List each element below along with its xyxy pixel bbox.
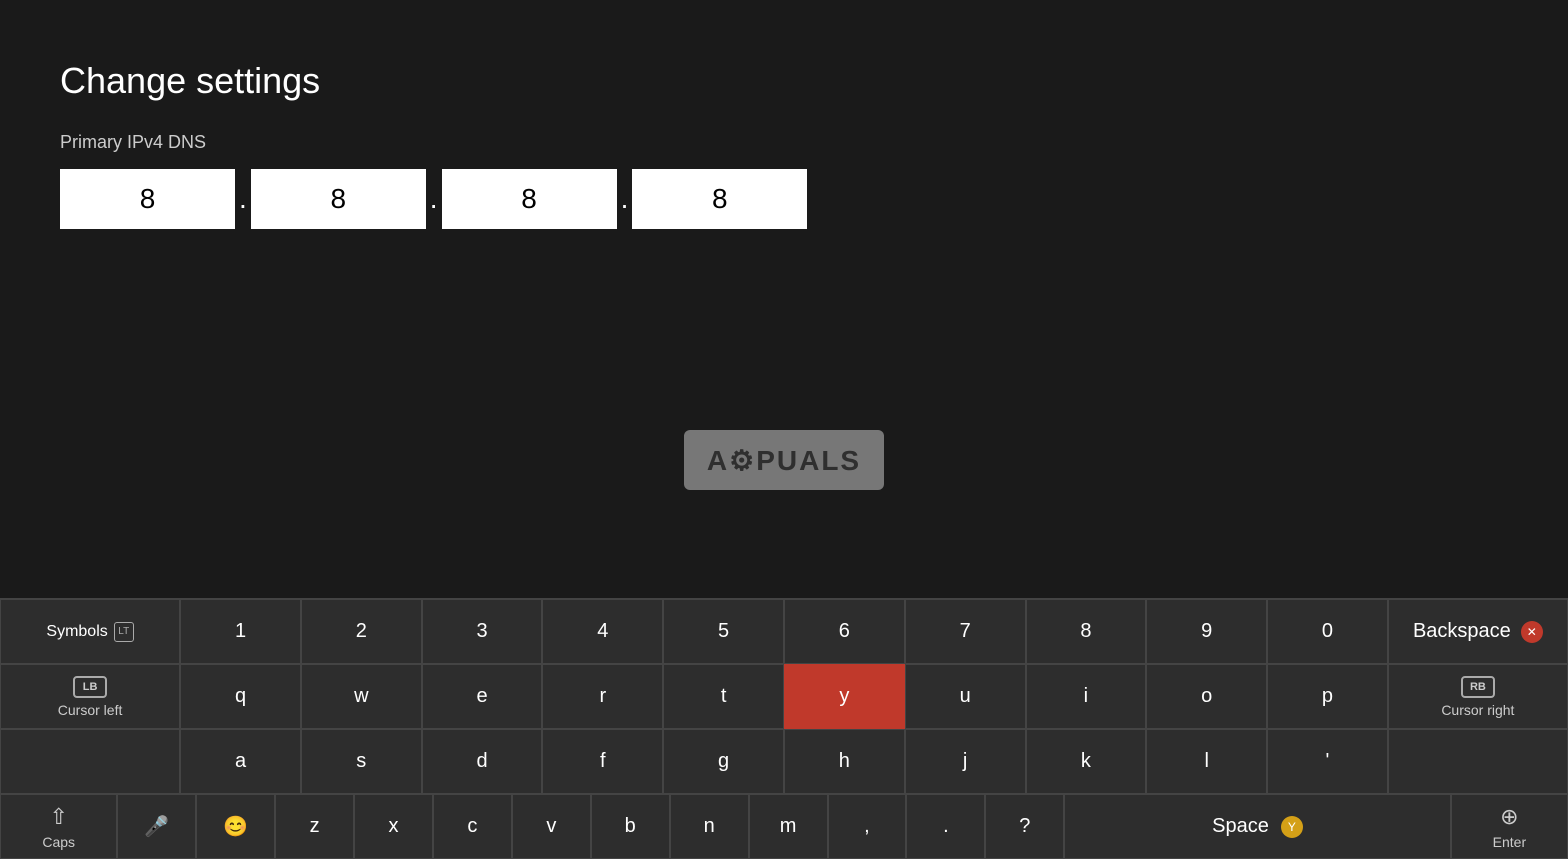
mic-key[interactable]: 🎤	[117, 794, 196, 859]
key-l[interactable]: l	[1146, 729, 1267, 794]
key-4[interactable]: 4	[542, 599, 663, 664]
key-k[interactable]: k	[1026, 729, 1147, 794]
backspace-badge: ✕	[1521, 621, 1543, 643]
key-h[interactable]: h	[784, 729, 905, 794]
key-7[interactable]: 7	[905, 599, 1026, 664]
dns-label: Primary IPv4 DNS	[60, 132, 1508, 153]
key-x[interactable]: x	[354, 794, 433, 859]
rb-icon: RB	[1461, 676, 1495, 698]
caps-icon: ⇧	[49, 804, 67, 830]
enter-label: Enter	[1493, 834, 1526, 850]
key-w[interactable]: w	[301, 664, 422, 729]
symbols-badge: LT	[114, 622, 134, 642]
key-q[interactable]: q	[180, 664, 301, 729]
space-label: Space	[1212, 815, 1269, 838]
dns-dot-1: .	[235, 183, 251, 215]
row3-right-placeholder	[1388, 729, 1568, 794]
virtual-keyboard: Symbols LT 1 2 3 4 5 6 7 8 9 0 Backspace…	[0, 598, 1568, 859]
dns-fields-container: 8 . 8 . 8 . 8	[60, 169, 1508, 229]
cursor-left-key[interactable]: LB Cursor left	[0, 664, 180, 729]
key-9[interactable]: 9	[1146, 599, 1267, 664]
keyboard-row-1: Symbols LT 1 2 3 4 5 6 7 8 9 0 Backspace…	[0, 599, 1568, 664]
key-1[interactable]: 1	[180, 599, 301, 664]
key-2[interactable]: 2	[301, 599, 422, 664]
key-j[interactable]: j	[905, 729, 1026, 794]
keyboard-row-3: a s d f g h j k l '	[0, 729, 1568, 794]
key-y[interactable]: y	[784, 664, 905, 729]
cursor-left-label: Cursor left	[58, 702, 123, 718]
key-5[interactable]: 5	[663, 599, 784, 664]
key-g[interactable]: g	[663, 729, 784, 794]
dns-field-1[interactable]: 8	[60, 169, 235, 229]
emoji-icon: 😊	[223, 814, 248, 839]
key-p[interactable]: p	[1267, 664, 1388, 729]
backspace-key[interactable]: Backspace ✕	[1388, 599, 1568, 664]
key-m[interactable]: m	[749, 794, 828, 859]
key-6[interactable]: 6	[784, 599, 905, 664]
keyboard-row-4: ⇧ Caps 🎤 😊 z x c v b n m , . ? Space	[0, 794, 1568, 859]
dns-dot-3: .	[617, 183, 633, 215]
key-comma[interactable]: ,	[828, 794, 907, 859]
watermark-text: A⚙PUALS	[707, 444, 861, 477]
settings-panel: Change settings Primary IPv4 DNS 8 . 8 .…	[0, 0, 1568, 229]
symbols-label: Symbols	[46, 623, 107, 641]
key-d[interactable]: d	[422, 729, 543, 794]
keyboard-grid: Symbols LT 1 2 3 4 5 6 7 8 9 0 Backspace…	[0, 598, 1568, 859]
caps-key[interactable]: ⇧ Caps	[0, 794, 117, 859]
key-r[interactable]: r	[542, 664, 663, 729]
mic-icon: 🎤	[144, 814, 169, 839]
key-question[interactable]: ?	[985, 794, 1064, 859]
key-t[interactable]: t	[663, 664, 784, 729]
dns-field-3[interactable]: 8	[442, 169, 617, 229]
key-z[interactable]: z	[275, 794, 354, 859]
enter-icon: ⊕	[1500, 804, 1518, 830]
lb-icon: LB	[73, 676, 107, 698]
dns-field-2[interactable]: 8	[251, 169, 426, 229]
key-period[interactable]: .	[906, 794, 985, 859]
emoji-key[interactable]: 😊	[196, 794, 275, 859]
symbols-key[interactable]: Symbols LT	[0, 599, 180, 664]
row3-left-placeholder	[0, 729, 180, 794]
space-key[interactable]: Space Y	[1064, 794, 1451, 859]
watermark: A⚙PUALS	[684, 430, 884, 490]
key-8[interactable]: 8	[1026, 599, 1147, 664]
key-b[interactable]: b	[591, 794, 670, 859]
backspace-label: Backspace	[1413, 620, 1511, 643]
caps-label: Caps	[42, 834, 75, 850]
enter-key[interactable]: ⊕ Enter	[1451, 794, 1568, 859]
cursor-right-label: Cursor right	[1441, 702, 1514, 718]
key-v[interactable]: v	[512, 794, 591, 859]
key-u[interactable]: u	[905, 664, 1026, 729]
key-3[interactable]: 3	[422, 599, 543, 664]
key-e[interactable]: e	[422, 664, 543, 729]
cursor-right-key[interactable]: RB Cursor right	[1388, 664, 1568, 729]
key-i[interactable]: i	[1026, 664, 1147, 729]
key-f[interactable]: f	[542, 729, 663, 794]
key-c[interactable]: c	[433, 794, 512, 859]
key-a[interactable]: a	[180, 729, 301, 794]
key-apostrophe[interactable]: '	[1267, 729, 1388, 794]
page-title: Change settings	[60, 60, 1508, 102]
key-s[interactable]: s	[301, 729, 422, 794]
key-n[interactable]: n	[670, 794, 749, 859]
key-o[interactable]: o	[1146, 664, 1267, 729]
space-badge: Y	[1281, 816, 1303, 838]
dns-dot-2: .	[426, 183, 442, 215]
keyboard-row-2: LB Cursor left q w e r t y u i o p RB Cu…	[0, 664, 1568, 729]
key-0[interactable]: 0	[1267, 599, 1388, 664]
dns-field-4[interactable]: 8	[632, 169, 807, 229]
